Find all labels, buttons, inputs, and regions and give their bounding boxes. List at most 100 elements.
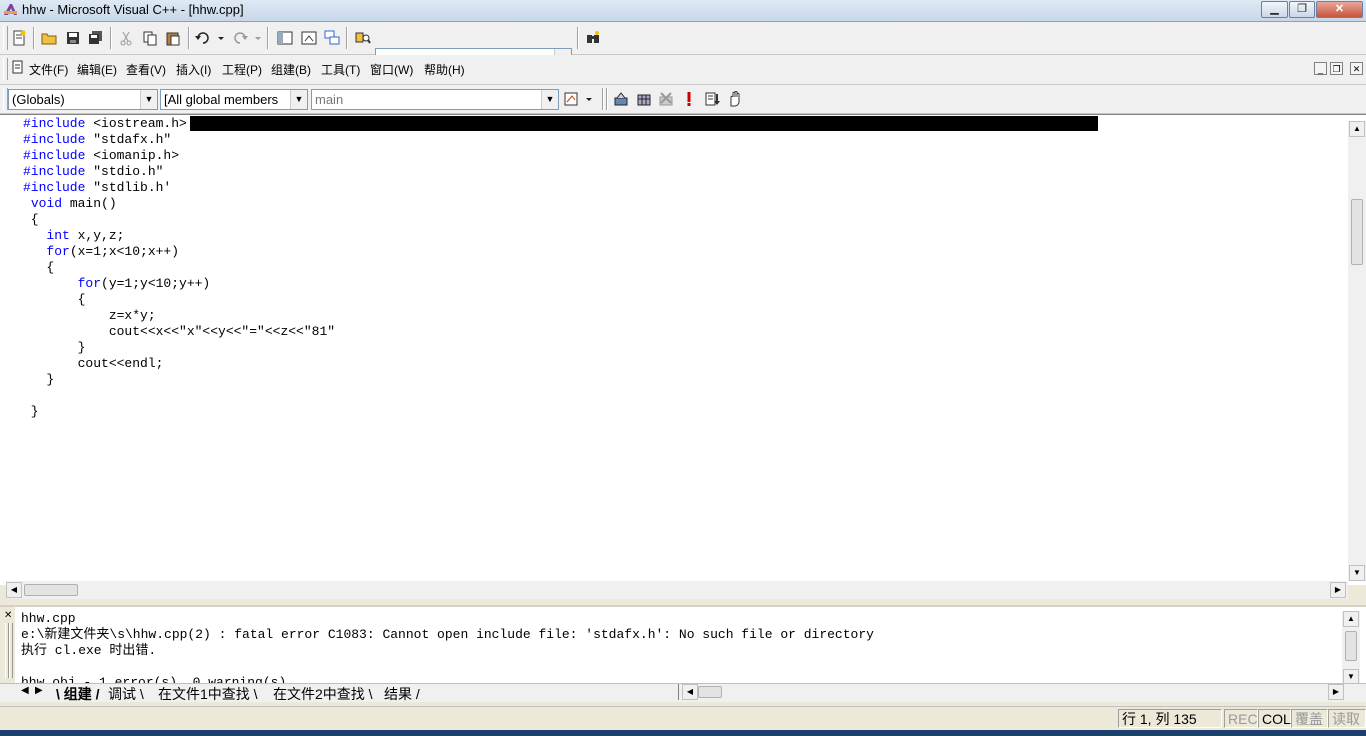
code-line[interactable] <box>23 388 335 404</box>
code-line[interactable]: cout<<x<<"x"<<y<<"="<<z<<"81" <box>23 324 335 340</box>
code-line[interactable]: #include "stdafx.h" <box>23 132 335 148</box>
code-line[interactable]: #include "stdlib.h' <box>23 180 335 196</box>
code-line[interactable]: } <box>23 404 335 420</box>
class-combo[interactable]: (Globals) ▼ <box>8 89 158 110</box>
undo-icon[interactable] <box>193 27 225 49</box>
scroll-right-icon[interactable]: ▶ <box>1330 582 1346 598</box>
code-line[interactable]: { <box>23 212 335 228</box>
tab-find-in-files-1[interactable]: 在文件1中查找 \ <box>158 684 258 704</box>
mdi-close-button[interactable]: ✕ <box>1350 62 1363 75</box>
menu-edit[interactable]: 编辑(E) <box>77 61 117 78</box>
menu-view[interactable]: 查看(V) <box>126 61 166 78</box>
code-keyword: for <box>77 276 102 291</box>
tab-debug[interactable]: 调试 \ <box>108 684 144 704</box>
build-icon[interactable] <box>633 88 655 110</box>
editor-horizontal-scrollbar[interactable]: ◀ ▶ <box>6 581 1348 599</box>
tab-scroll-left-icon[interactable]: ◀ <box>21 685 29 696</box>
code-keyword: #include <box>23 132 86 147</box>
scroll-down-icon[interactable]: ▼ <box>1349 565 1365 581</box>
code-line[interactable]: z=x*y; <box>23 308 335 324</box>
find-in-files-icon[interactable] <box>352 27 374 49</box>
menu-file[interactable]: 文件(F) <box>29 61 68 78</box>
output-window-icon[interactable] <box>298 27 320 49</box>
menu-grip[interactable] <box>3 58 8 80</box>
close-button[interactable]: ✕ <box>1316 1 1363 18</box>
go-debug-icon[interactable] <box>701 88 723 110</box>
editor-vertical-scrollbar[interactable]: ▲ ▼ <box>1348 121 1366 581</box>
chevron-down-icon[interactable]: ▼ <box>290 90 307 109</box>
tab-build[interactable]: \ 组建 / <box>56 684 100 704</box>
code-keyword: void <box>30 196 63 211</box>
output-line[interactable] <box>21 659 874 675</box>
tab-results[interactable]: 结果 / <box>384 684 420 704</box>
menu-window[interactable]: 窗口(W) <box>370 61 413 78</box>
copy-icon[interactable] <box>139 27 161 49</box>
find-binoculars-icon[interactable] <box>582 27 604 49</box>
output-pane-gripper[interactable]: ✕ <box>0 607 15 687</box>
menu-help[interactable]: 帮助(H) <box>424 61 465 78</box>
title-bar: hhw - Microsoft Visual C++ - [hhw.cpp] ▁… <box>0 0 1366 22</box>
function-combo[interactable]: main ▼ <box>311 89 559 110</box>
members-combo[interactable]: [All global members ▼ <box>160 89 308 110</box>
scroll-left-icon[interactable]: ◀ <box>6 582 22 598</box>
wizard-action-icon[interactable] <box>562 88 596 110</box>
execute-icon[interactable] <box>678 88 700 110</box>
maximize-button[interactable]: ❐ <box>1289 1 1315 18</box>
open-folder-icon[interactable] <box>38 27 60 49</box>
breakpoint-hand-icon[interactable] <box>724 88 746 110</box>
menu-project[interactable]: 工程(P) <box>222 61 262 78</box>
scroll-up-icon[interactable]: ▲ <box>1349 121 1365 137</box>
editor-hscroll-thumb[interactable] <box>24 584 78 596</box>
tab-scroll-right-icon[interactable]: ▶ <box>35 685 43 696</box>
chevron-down-icon[interactable]: ▼ <box>541 90 558 109</box>
output-vertical-scrollbar[interactable]: ▲ ▼ <box>1342 611 1360 685</box>
paste-icon[interactable] <box>162 27 184 49</box>
editor-vscroll-thumb[interactable] <box>1351 199 1363 265</box>
code-line[interactable]: { <box>23 292 335 308</box>
code-line[interactable]: #include <iostream.h> <box>23 116 335 132</box>
code-line[interactable]: #include "stdio.h" <box>23 164 335 180</box>
code-line[interactable]: } <box>23 340 335 356</box>
code-line[interactable]: int x,y,z; <box>23 228 335 244</box>
code-line[interactable]: void main() <box>23 196 335 212</box>
code-line[interactable]: { <box>23 260 335 276</box>
editor-gutter[interactable] <box>0 115 21 585</box>
status-col: COL <box>1258 709 1291 728</box>
output-vscroll-thumb[interactable] <box>1345 631 1357 661</box>
compile-icon[interactable] <box>610 88 632 110</box>
menu-tools[interactable]: 工具(T) <box>321 61 360 78</box>
mdi-minimize-button[interactable]: _ <box>1314 62 1327 75</box>
code-line[interactable]: #include <iomanip.h> <box>23 148 335 164</box>
new-text-file-icon[interactable] <box>8 27 30 49</box>
tab-find-in-files-2[interactable]: 在文件2中查找 \ <box>273 684 373 704</box>
code-text[interactable]: #include <iostream.h> #include "stdafx.h"… <box>23 116 335 420</box>
tab-splitter[interactable] <box>678 684 679 700</box>
save-icon[interactable] <box>62 27 84 49</box>
chevron-down-icon[interactable]: ▼ <box>140 90 157 109</box>
minimize-button[interactable]: ▁ <box>1261 1 1288 18</box>
redo-icon[interactable] <box>230 27 262 49</box>
window-list-icon[interactable] <box>321 27 343 49</box>
stop-build-icon[interactable] <box>655 88 677 110</box>
output-scroll-right-icon[interactable]: ▶ <box>1328 684 1344 700</box>
code-line[interactable]: for(y=1;y<10;y++) <box>23 276 335 292</box>
document-icon <box>12 60 23 74</box>
mdi-restore-button[interactable]: ❐ <box>1330 62 1343 75</box>
code-line[interactable]: } <box>23 372 335 388</box>
close-output-icon[interactable]: ✕ <box>4 610 12 621</box>
output-scroll-left-icon[interactable]: ◀ <box>682 684 698 700</box>
output-line[interactable]: 执行 cl.exe 时出错. <box>21 643 874 659</box>
output-line[interactable]: hhw.cpp <box>21 611 874 627</box>
output-line[interactable]: e:\新建文件夹\s\hhw.cpp(2) : fatal error C108… <box>21 627 874 643</box>
workspace-icon[interactable] <box>274 27 296 49</box>
output-text[interactable]: hhw.cpp e:\新建文件夹\s\hhw.cpp(2) : fatal err… <box>21 611 874 691</box>
code-line[interactable]: for(x=1;x<10;x++) <box>23 244 335 260</box>
output-hscroll-thumb[interactable] <box>698 686 722 698</box>
save-all-icon[interactable] <box>84 27 106 49</box>
cut-icon[interactable] <box>115 27 137 49</box>
menu-build[interactable]: 组建(B) <box>271 61 311 78</box>
menu-insert[interactable]: 插入(I) <box>176 61 211 78</box>
code-editor[interactable]: #include <iostream.h> #include "stdafx.h"… <box>0 114 1366 599</box>
code-line[interactable]: cout<<endl; <box>23 356 335 372</box>
scroll-up-icon[interactable]: ▲ <box>1343 611 1359 627</box>
